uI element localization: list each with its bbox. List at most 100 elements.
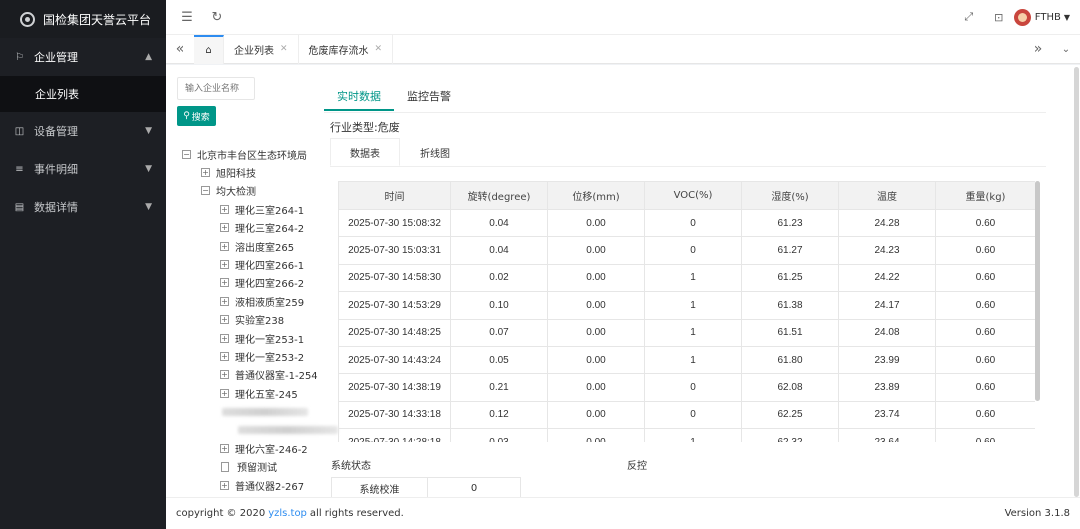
tree-node-label: 理化一室253-1 xyxy=(235,334,305,346)
collapse-icon[interactable]: − xyxy=(201,186,210,196)
search-button[interactable]: ⚲ 搜索 xyxy=(177,106,216,126)
table-cell: 24.28 xyxy=(838,208,936,238)
tree-node[interactable]: 预留测试 xyxy=(182,458,342,476)
tree-node-root[interactable]: − 北京市丰台区生态环境局 xyxy=(182,145,342,163)
table-cell: 24.17 xyxy=(838,291,936,320)
table-cell: 0.60 xyxy=(935,291,1035,320)
tree-node[interactable]: + 理化三室264-2 xyxy=(182,219,342,237)
table-cell: 24.22 xyxy=(838,263,936,293)
table-cell: 0.00 xyxy=(547,263,645,293)
tab-data-table[interactable]: 数据表 xyxy=(330,138,400,166)
tab-waste-inventory[interactable]: 危废库存流水 ✕ xyxy=(299,34,394,64)
search-input[interactable] xyxy=(177,77,255,100)
table-cell: 0.00 xyxy=(547,291,645,320)
tree-node[interactable]: + 理化一室253-1 xyxy=(182,329,342,347)
expand-icon[interactable]: + xyxy=(220,260,229,270)
expand-icon[interactable]: + xyxy=(220,480,229,490)
footer: copyright © 2020 yzls.top all rights res… xyxy=(166,497,1080,529)
expand-icon[interactable]: + xyxy=(220,296,229,306)
expand-icon[interactable]: + xyxy=(220,443,229,453)
sidebar-item-devices[interactable]: ◫ 设备管理 ▼ xyxy=(0,112,166,150)
tabs-dropdown-icon[interactable]: ⌄ xyxy=(1052,35,1080,64)
close-icon[interactable]: ✕ xyxy=(375,44,383,54)
header: ☰ ↻ ⤢ ⊡ FTHB ▼ xyxy=(166,0,1080,35)
table-cell: 0.60 xyxy=(935,208,1035,238)
tree-node[interactable]: + 理化四室266-1 xyxy=(182,255,342,273)
expand-icon[interactable]: + xyxy=(220,278,229,288)
tree-node[interactable]: − 均大检测 xyxy=(182,182,342,200)
sidebar-item-enterprise[interactable]: ⚐ 企业管理 ▲ xyxy=(0,38,166,76)
table-cell: 0.00 xyxy=(547,400,645,430)
tree-node[interactable]: + 理化五室-245 xyxy=(182,384,342,402)
expand-icon[interactable]: + xyxy=(220,241,229,251)
tree-node[interactable]: + 普通仪器2-267 xyxy=(182,476,342,494)
tab-monitor-alarm[interactable]: 监控告警 xyxy=(394,83,464,111)
column-header[interactable]: 时间 xyxy=(338,181,451,210)
column-header[interactable]: 重量(kg) xyxy=(935,181,1035,210)
menu-toggle-icon[interactable]: ☰ xyxy=(172,0,202,35)
tree-node[interactable]: + 实验室238 xyxy=(182,311,342,329)
sidebar-item-events[interactable]: ≡ 事件明细 ▼ xyxy=(0,150,166,188)
tabs-next-icon[interactable]: » xyxy=(1024,35,1052,64)
table-cell: 1 xyxy=(644,428,742,442)
sidebar-item-label: 企业管理 xyxy=(34,51,78,64)
expand-icon[interactable]: + xyxy=(220,333,229,343)
scrollbar-thumb[interactable] xyxy=(1035,181,1040,401)
user-menu[interactable]: FTHB ▼ xyxy=(1013,8,1070,26)
sidebar-item-data-details[interactable]: ▤ 数据详情 ▼ xyxy=(0,188,166,226)
column-header[interactable]: VOC(%) xyxy=(644,181,742,210)
collapse-icon[interactable]: − xyxy=(182,149,191,159)
close-icon[interactable]: ✕ xyxy=(280,44,288,54)
table-cell: 0.60 xyxy=(935,345,1035,375)
tab-line-chart[interactable]: 折线图 xyxy=(400,138,470,166)
expand-icon[interactable]: + xyxy=(220,351,229,361)
tree-node[interactable]: + 理化四室266-2 xyxy=(182,274,342,292)
table-row: 2025-07-30 15:03:31 0.04 0.00 0 61.27 24.23 0.… xyxy=(338,236,1035,265)
expand-icon[interactable]: + xyxy=(220,315,229,325)
file-icon xyxy=(221,461,229,472)
table-row: 2025-07-30 14:33:18 0.12 0.00 0 62.25 23.74 0.… xyxy=(338,400,1035,430)
column-header[interactable]: 位移(mm) xyxy=(547,181,645,210)
tree-node[interactable]: + 液相液质室259 xyxy=(182,292,342,310)
data-table-wrap: 时间 旋转(degree) 位移(mm) VOC(%) 湿度(%) 温度 重量(kg) 20… xyxy=(338,181,1035,442)
expand-icon[interactable]: + xyxy=(220,223,229,233)
refresh-icon[interactable]: ↻ xyxy=(202,0,232,35)
tab-enterprise-list[interactable]: 企业列表 ✕ xyxy=(224,34,299,64)
column-header[interactable]: 旋转(degree) xyxy=(450,181,548,210)
tree-node-label: 普通仪器2-267 xyxy=(235,481,305,493)
column-header[interactable]: 湿度(%) xyxy=(741,181,839,210)
status-table: 系统校准 0 xyxy=(331,477,521,497)
tree-node-label: 液相液质室259 xyxy=(235,297,305,309)
tree-node[interactable]: + 理化六室-246-2 xyxy=(182,439,342,457)
tree-node[interactable]: + 理化一室253-2 xyxy=(182,347,342,365)
expand-icon[interactable]: + xyxy=(220,370,229,380)
tab-realtime-data[interactable]: 实时数据 xyxy=(324,83,394,111)
tree-node[interactable]: + 旭阳科技 xyxy=(182,163,342,181)
table-scrollbar[interactable] xyxy=(1034,181,1041,442)
tab-home[interactable]: ⌂ xyxy=(194,34,224,64)
scrollbar-thumb[interactable] xyxy=(1074,67,1079,497)
column-header[interactable]: 温度 xyxy=(838,181,936,210)
tab-label: 危废库存流水 xyxy=(308,45,369,57)
avatar xyxy=(1013,8,1031,26)
tabs-prev-icon[interactable]: « xyxy=(166,35,194,64)
flag-icon: ⚐ xyxy=(15,51,24,63)
tree-node[interactable]: + 理化三室264-1 xyxy=(182,200,342,218)
expand-icon[interactable]: + xyxy=(220,204,229,214)
lock-icon[interactable]: ⊡ xyxy=(984,0,1014,35)
page-scrollbar[interactable] xyxy=(1046,65,1080,497)
fullscreen-icon[interactable]: ⤢ xyxy=(954,0,984,35)
tree-node[interactable]: + 普通仪器室-1-254 xyxy=(182,366,342,384)
sidebar-item-label: 事件明细 xyxy=(34,163,78,176)
doc-icon: ▤ xyxy=(14,201,25,213)
table-cell: 0.00 xyxy=(547,373,645,402)
sidebar-item-label: 数据详情 xyxy=(34,201,78,214)
table-cell: 1 xyxy=(644,291,742,320)
expand-icon[interactable]: + xyxy=(220,388,229,398)
expand-icon[interactable]: + xyxy=(201,168,210,178)
system-status-title: 系统状态 xyxy=(331,461,371,472)
sidebar-subitem-enterprise-list[interactable]: 企业列表 xyxy=(0,76,166,112)
table-cell: 0.00 xyxy=(547,236,645,265)
tree-node[interactable]: + 溶出度室265 xyxy=(182,237,342,255)
site-link[interactable]: yzls.top xyxy=(268,508,307,519)
